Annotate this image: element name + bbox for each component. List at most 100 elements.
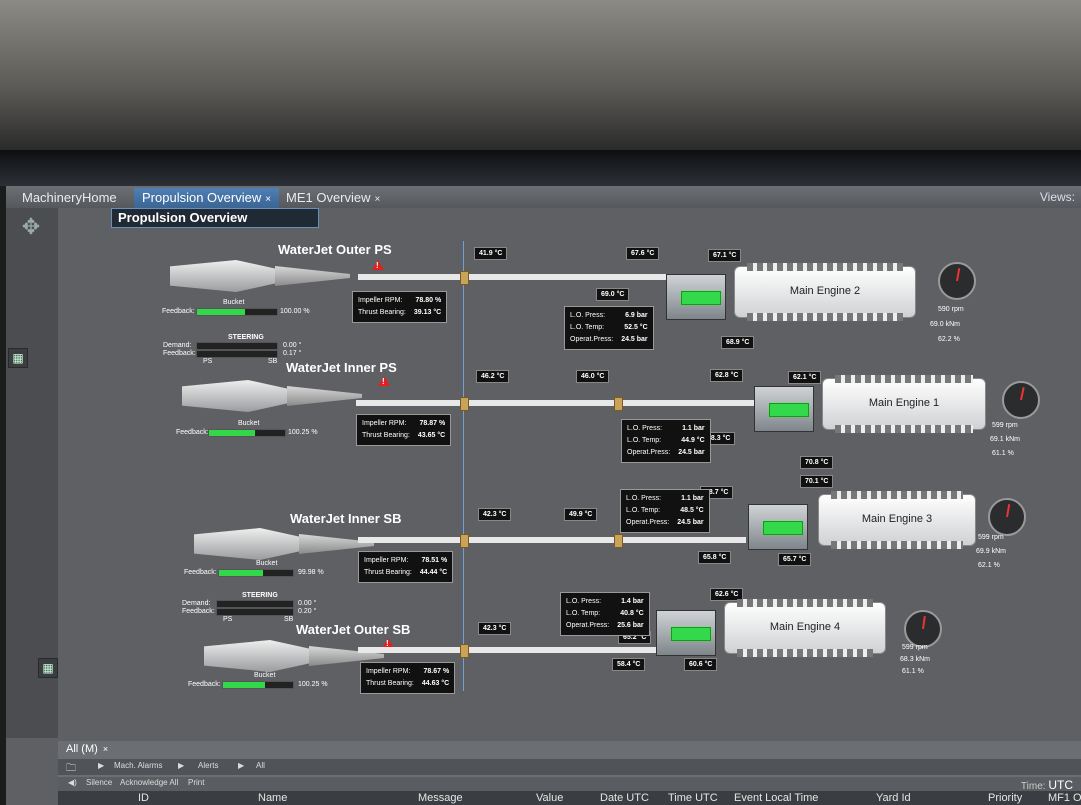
breadcrumb-mach-alarms[interactable]: Mach. Alarms [114, 761, 162, 770]
close-icon[interactable]: × [265, 194, 271, 205]
warning-icon[interactable]: ! [372, 260, 384, 270]
thrust-value: 44.63 °C [421, 680, 450, 687]
feedback-bar-fill [219, 570, 264, 576]
bucket-label: Bucket [256, 560, 278, 567]
column-header-yard-id[interactable]: Yard Id [876, 792, 911, 804]
engine-cylinder-row [835, 375, 973, 383]
gearbox-temp-readout: 65.7 °C [778, 553, 812, 566]
screen: MachineryHome Propulsion Overview × ME1 O… [6, 186, 1081, 805]
views-label[interactable]: Views: [1040, 190, 1075, 204]
bucket-label: Bucket [223, 299, 245, 306]
operat-press-label: Operat.Press: [626, 519, 670, 526]
compass-navigation-icon[interactable]: ✥ [14, 214, 48, 248]
main-engine-4[interactable]: Main Engine 4 [724, 599, 886, 657]
engine-name: Main Engine 1 [868, 397, 940, 409]
close-icon[interactable]: × [375, 194, 381, 205]
waterjet-pump-graphic[interactable] [194, 524, 384, 564]
lo-temp-value: 48.5 °C [680, 507, 704, 514]
tab-propulsion-overview[interactable]: Propulsion Overview × [134, 188, 280, 208]
engine-rpm: 590 rpm [938, 306, 964, 313]
thrust-value: 39.13 °C [413, 309, 442, 316]
column-header-mf1[interactable]: MF1 O [1048, 792, 1081, 804]
engine-load: 61.1 % [992, 450, 1014, 457]
time-zone-selector[interactable]: Time: UTC [1021, 778, 1073, 792]
steering-title: STEERING [228, 334, 264, 341]
gearbox-status-indicator [671, 627, 711, 641]
feedback-value: 99.98 % [298, 569, 324, 576]
gearbox-status-indicator [763, 521, 803, 535]
impeller-label: Impeller RPM: [364, 557, 409, 564]
alarm-tab[interactable]: All (M) × [66, 743, 108, 755]
waterjet-pump-graphic[interactable] [170, 256, 360, 296]
feedback-value: 100.25 % [298, 681, 328, 688]
lo-temp-label: L.O. Temp: [626, 507, 661, 514]
print-button[interactable]: Print [188, 778, 204, 787]
operat-press-label: Operat.Press: [570, 336, 614, 343]
feedback-value: 100.00 % [280, 308, 310, 315]
feedback-bar [218, 569, 294, 577]
alarm-panel: All (M) × 🗀 ▶ Mach. Alarms ▶ Alerts ▶ Al… [58, 741, 1081, 805]
engine-load: 61.1 % [902, 668, 924, 675]
engine-rpm: 599 rpm [992, 422, 1018, 429]
impeller-value: 78.87 % [419, 420, 446, 427]
feedback-bar-fill [197, 309, 245, 315]
column-header-event-local-time[interactable]: Event Local Time [734, 792, 818, 804]
grid-menu-icon[interactable]: ▦ [8, 348, 28, 368]
impeller-value: 78.67 % [423, 668, 450, 675]
gearbox-temp-readout: 58.4 °C [612, 658, 646, 671]
alarm-tab-label: All (M) [66, 743, 98, 755]
engine-name: Main Engine 4 [769, 621, 841, 633]
lo-press-label: L.O. Press: [566, 598, 602, 605]
main-engine-1[interactable]: Main Engine 1 [822, 375, 986, 433]
acknowledge-all-button[interactable]: Acknowledge All [120, 778, 178, 787]
lo-temp-label: L.O. Temp: [627, 437, 662, 444]
silence-button[interactable]: Silence [86, 778, 112, 787]
waterjet-pump-graphic[interactable] [182, 376, 372, 416]
rpm-gauge [1002, 381, 1040, 419]
gauge-needle [1020, 387, 1025, 401]
shaft-coupling [460, 397, 469, 411]
steering-demand-value: 0.00 ° [283, 342, 302, 349]
feedback-bar-fill [209, 430, 255, 436]
feedback-label: Feedback: [184, 569, 217, 576]
drive-shaft [358, 274, 678, 280]
thrust-label: Thrust Bearing: [366, 680, 414, 687]
tab-label: Propulsion Overview [142, 190, 262, 205]
waterjet-info-box: Impeller RPM: 78.87 % Thrust Bearing: 43.6… [356, 414, 452, 446]
folder-icon[interactable]: 🗀 [66, 761, 76, 778]
monitor-bezel [0, 0, 1081, 150]
column-header-time-utc[interactable]: Time UTC [668, 792, 718, 804]
column-header-date-utc[interactable]: Date UTC [600, 792, 649, 804]
gearbox-temp-readout: 68.9 °C [721, 336, 755, 349]
grid-menu-icon[interactable]: ▦ [38, 658, 58, 678]
impeller-value: 78.80 % [415, 297, 442, 304]
reduction-gearbox[interactable] [754, 386, 814, 432]
shaft-coupling [460, 271, 469, 285]
lo-press-label: L.O. Press: [570, 312, 606, 319]
tab-machinery-home[interactable]: MachineryHome [14, 188, 125, 208]
speaker-icon: ◀) [68, 778, 77, 787]
main-engine-3[interactable]: Main Engine 3 [818, 491, 976, 549]
breadcrumb-all[interactable]: All [256, 761, 265, 770]
reduction-gearbox[interactable] [748, 504, 808, 550]
column-header-message[interactable]: Message [418, 792, 463, 804]
lube-oil-box: L.O. Press: 1.4 bar L.O. Temp: 40.8 °C Ope… [560, 592, 650, 636]
reduction-gearbox[interactable] [666, 274, 726, 320]
column-header-name[interactable]: Name [258, 792, 287, 804]
gearbox-temp-readout: 60.6 °C [684, 658, 718, 671]
lo-temp-value: 40.8 °C [620, 610, 644, 617]
steering-demand-label: Demand: [163, 342, 192, 349]
gearbox-temp-readout: 67.1 °C [708, 249, 742, 262]
column-header-value[interactable]: Value [536, 792, 563, 804]
close-icon[interactable]: × [103, 744, 108, 754]
engine-torque: 69.9 kNm [976, 548, 1006, 555]
steering-feedback-label: Feedback: [163, 350, 196, 357]
reduction-gearbox[interactable] [656, 610, 716, 656]
column-header-priority[interactable]: Priority [988, 792, 1022, 804]
column-header-id[interactable]: ID [138, 792, 149, 804]
main-engine-2[interactable]: Main Engine 2 [734, 263, 916, 321]
alarm-breadcrumb-bar: 🗀 ▶ Mach. Alarms ▶ Alerts ▶ All [58, 759, 1081, 775]
breadcrumb-alerts[interactable]: Alerts [198, 761, 218, 770]
tab-me1-overview[interactable]: ME1 Overview × [278, 188, 388, 208]
warning-icon[interactable]: ! [378, 376, 390, 386]
